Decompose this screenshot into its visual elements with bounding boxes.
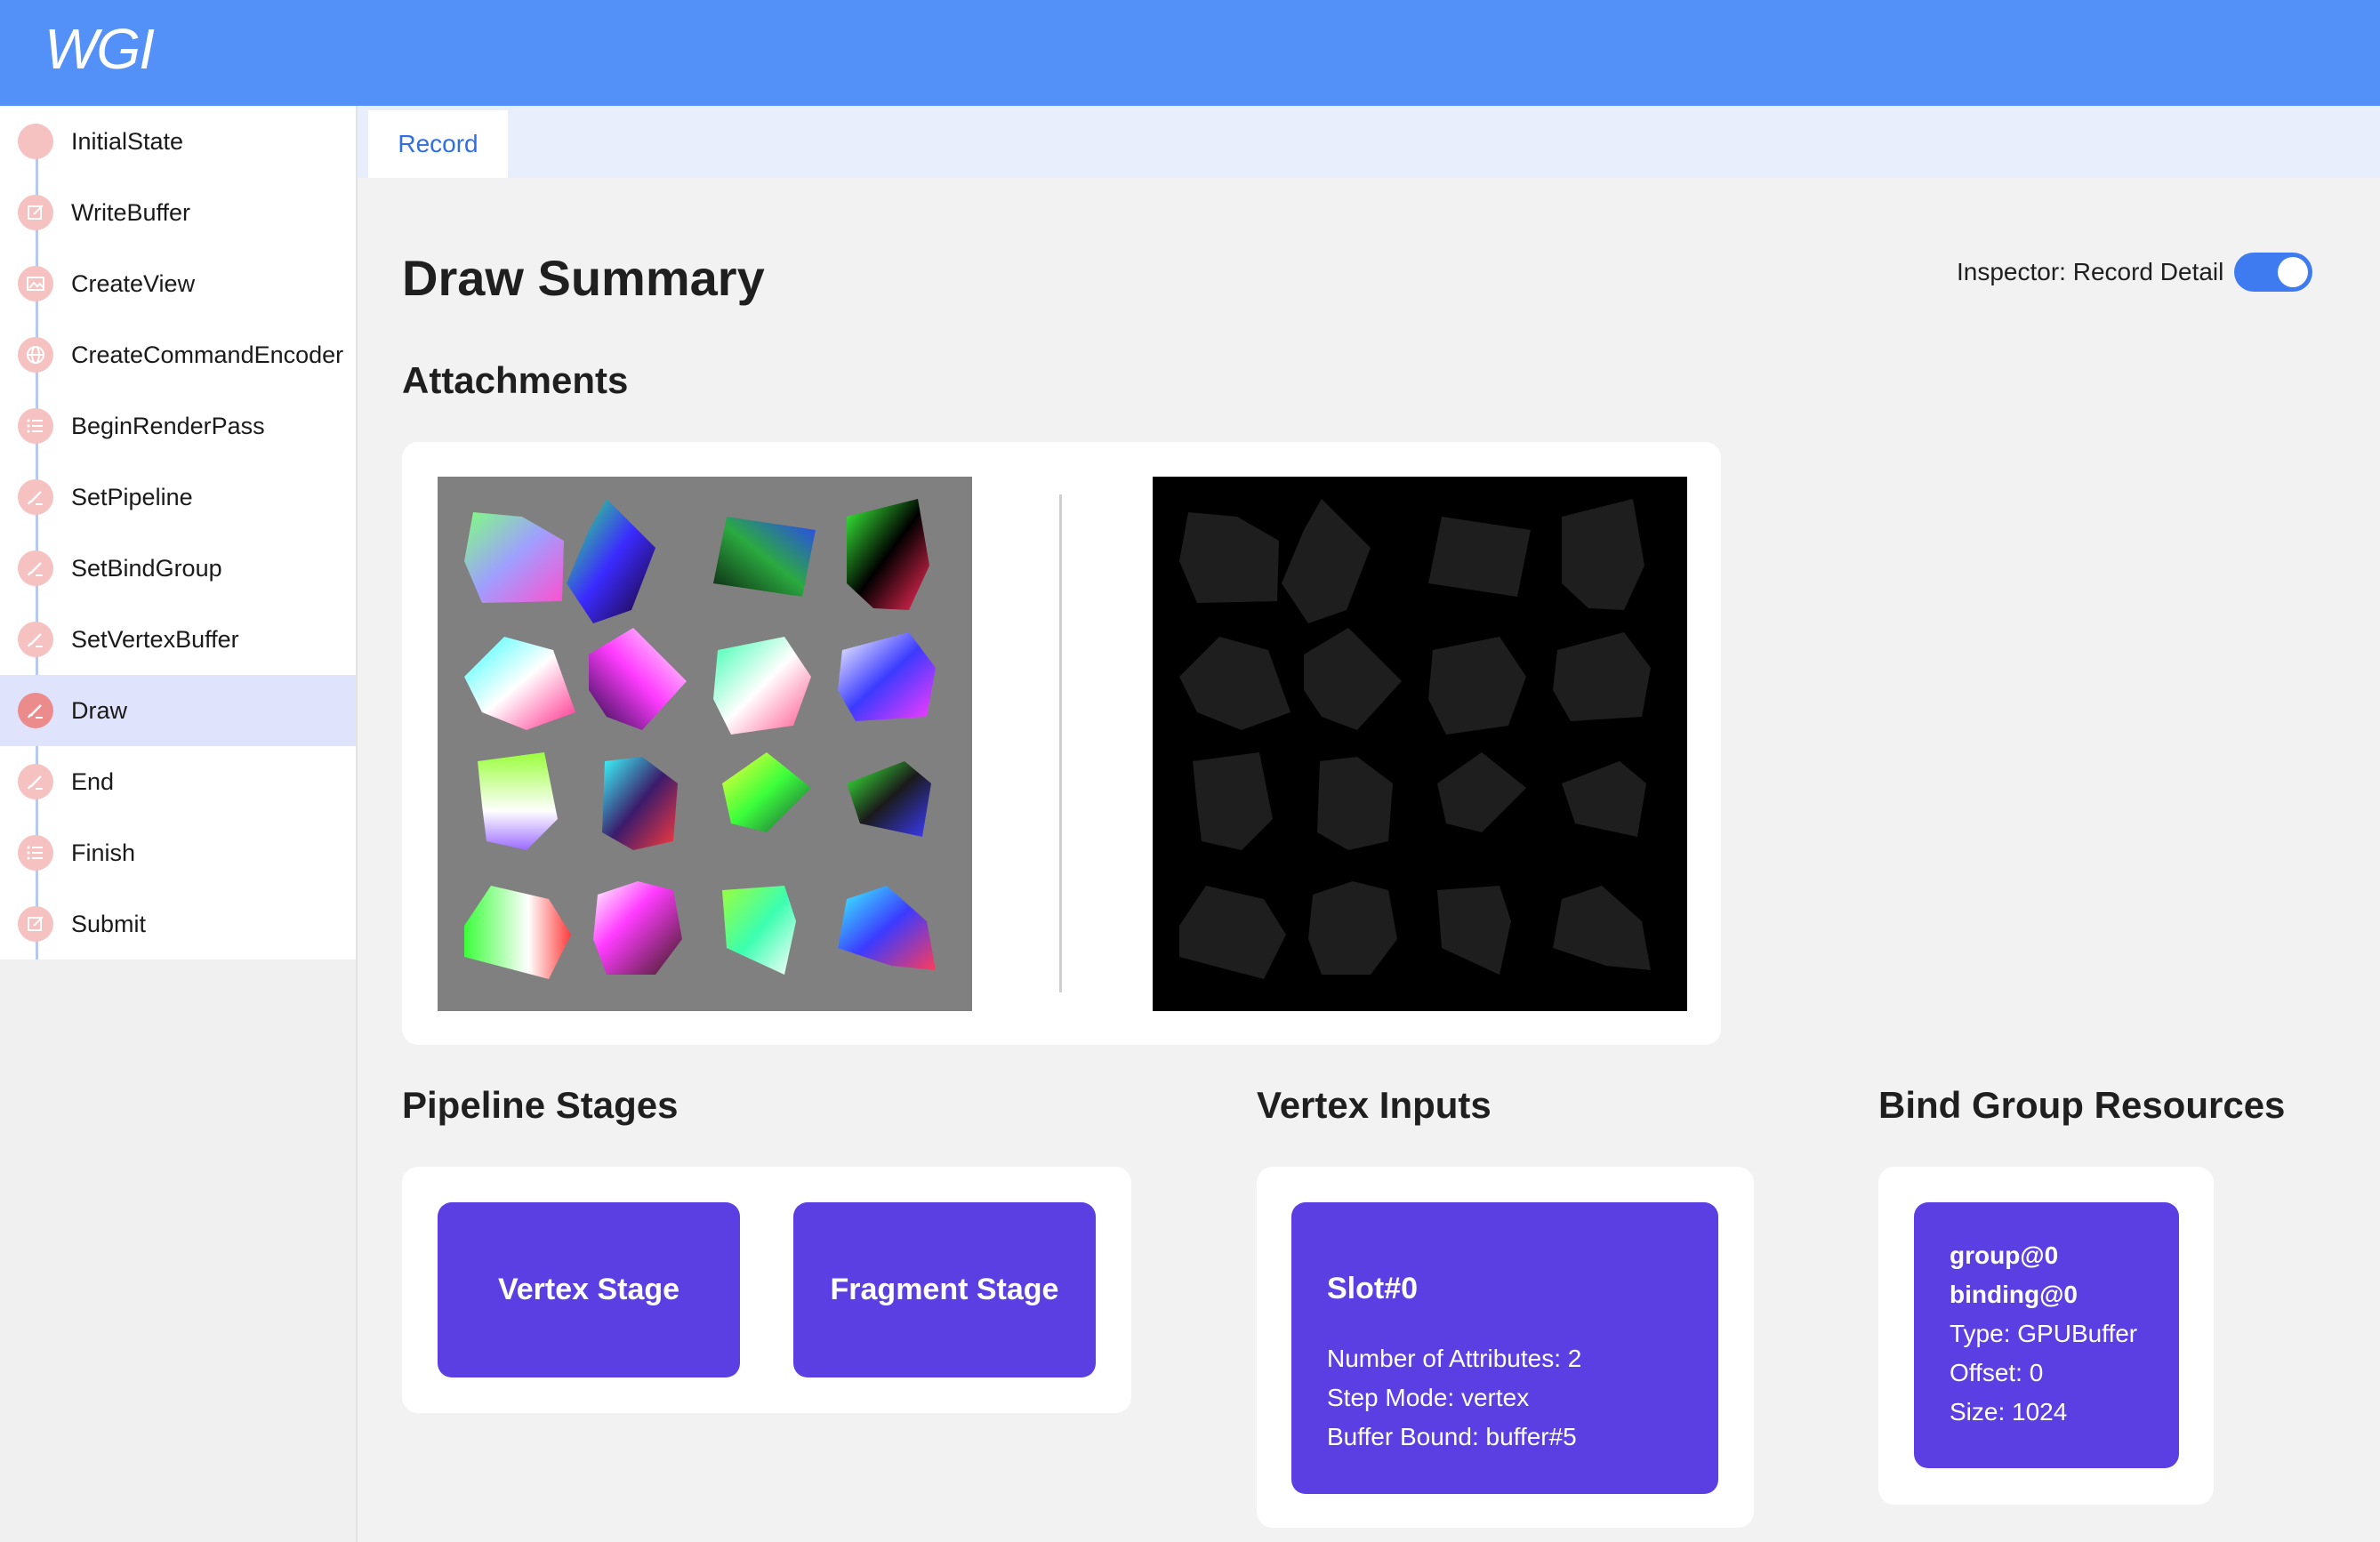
- depth-cube: [1304, 628, 1402, 730]
- cube: [478, 752, 558, 850]
- inspector-label: Inspector: Record Detail: [1957, 258, 2224, 285]
- cube: [593, 881, 682, 975]
- fragment-stage-label: Fragment Stage: [830, 1273, 1059, 1306]
- toggle-knob: [2278, 257, 2309, 287]
- cube: [722, 752, 811, 832]
- depth-cube: [1193, 752, 1273, 850]
- cube: [464, 886, 571, 979]
- binding-id: binding@0: [1950, 1281, 2078, 1308]
- depth-attachment-image[interactable]: [1153, 477, 1687, 1011]
- depth-cube: [1179, 637, 1291, 730]
- cube: [602, 757, 678, 850]
- inspector-toggle-group: Inspector: Record Detail: [1957, 253, 2313, 292]
- cube: [589, 628, 687, 730]
- cube: [567, 499, 655, 623]
- depth-cube: [1428, 517, 1531, 597]
- cube: [847, 761, 931, 837]
- main-content: Draw Summary Inspector: Record Detail At…: [0, 0, 2380, 1542]
- depth-cube: [1282, 499, 1371, 623]
- depth-cube: [1553, 632, 1651, 721]
- attachments-heading: Attachments: [402, 359, 629, 401]
- cube: [464, 512, 564, 603]
- cube: [838, 886, 936, 970]
- depth-cube: [1437, 886, 1511, 975]
- depth-cube: [1562, 761, 1646, 837]
- pipeline-heading: Pipeline Stages: [402, 1084, 679, 1126]
- slot-attributes: Number of Attributes: 2: [1327, 1345, 1582, 1372]
- depth-cube: [1437, 752, 1526, 832]
- cube: [847, 499, 929, 610]
- slot-title: Slot#0: [1327, 1272, 1419, 1305]
- slot-buffer-bound: Buffer Bound: buffer#5: [1327, 1423, 1577, 1450]
- bind-group-id: group@0: [1950, 1241, 2059, 1269]
- cube: [464, 637, 575, 730]
- vertex-stage-label: Vertex Stage: [497, 1273, 680, 1306]
- inspector-toggle[interactable]: [2234, 253, 2313, 292]
- vertex-inputs-heading: Vertex Inputs: [1257, 1084, 1492, 1126]
- binding-type: Type: GPUBuffer: [1950, 1320, 2138, 1347]
- depth-cube: [1308, 881, 1397, 975]
- bind-group-entry[interactable]: group@0 binding@0 Type: GPUBuffer Offset…: [1914, 1202, 2179, 1468]
- attachments-divider: [1059, 494, 1062, 992]
- cube: [722, 886, 796, 975]
- depth-cube: [1553, 886, 1651, 970]
- page-title: Draw Summary: [402, 250, 765, 306]
- vertex-slot-card[interactable]: Slot#0 Number of Attributes: 2 Step Mode…: [1291, 1202, 1718, 1494]
- depth-cube: [1428, 637, 1526, 735]
- slot-step-mode: Step Mode: vertex: [1327, 1384, 1530, 1411]
- binding-size: Size: 1024: [1950, 1398, 2068, 1426]
- fragment-stage-button[interactable]: Fragment Stage: [793, 1202, 1096, 1377]
- cube: [713, 637, 811, 735]
- depth-cube: [1317, 757, 1393, 850]
- bind-group-heading: Bind Group Resources: [1878, 1084, 2286, 1126]
- vertex-stage-button[interactable]: Vertex Stage: [438, 1202, 740, 1377]
- depth-cube: [1179, 512, 1279, 603]
- cube: [838, 632, 936, 721]
- depth-cube: [1179, 886, 1286, 979]
- depth-cube: [1562, 499, 1644, 610]
- binding-offset: Offset: 0: [1950, 1359, 2044, 1386]
- color-attachment-image[interactable]: [438, 477, 972, 1011]
- cube: [713, 517, 816, 597]
